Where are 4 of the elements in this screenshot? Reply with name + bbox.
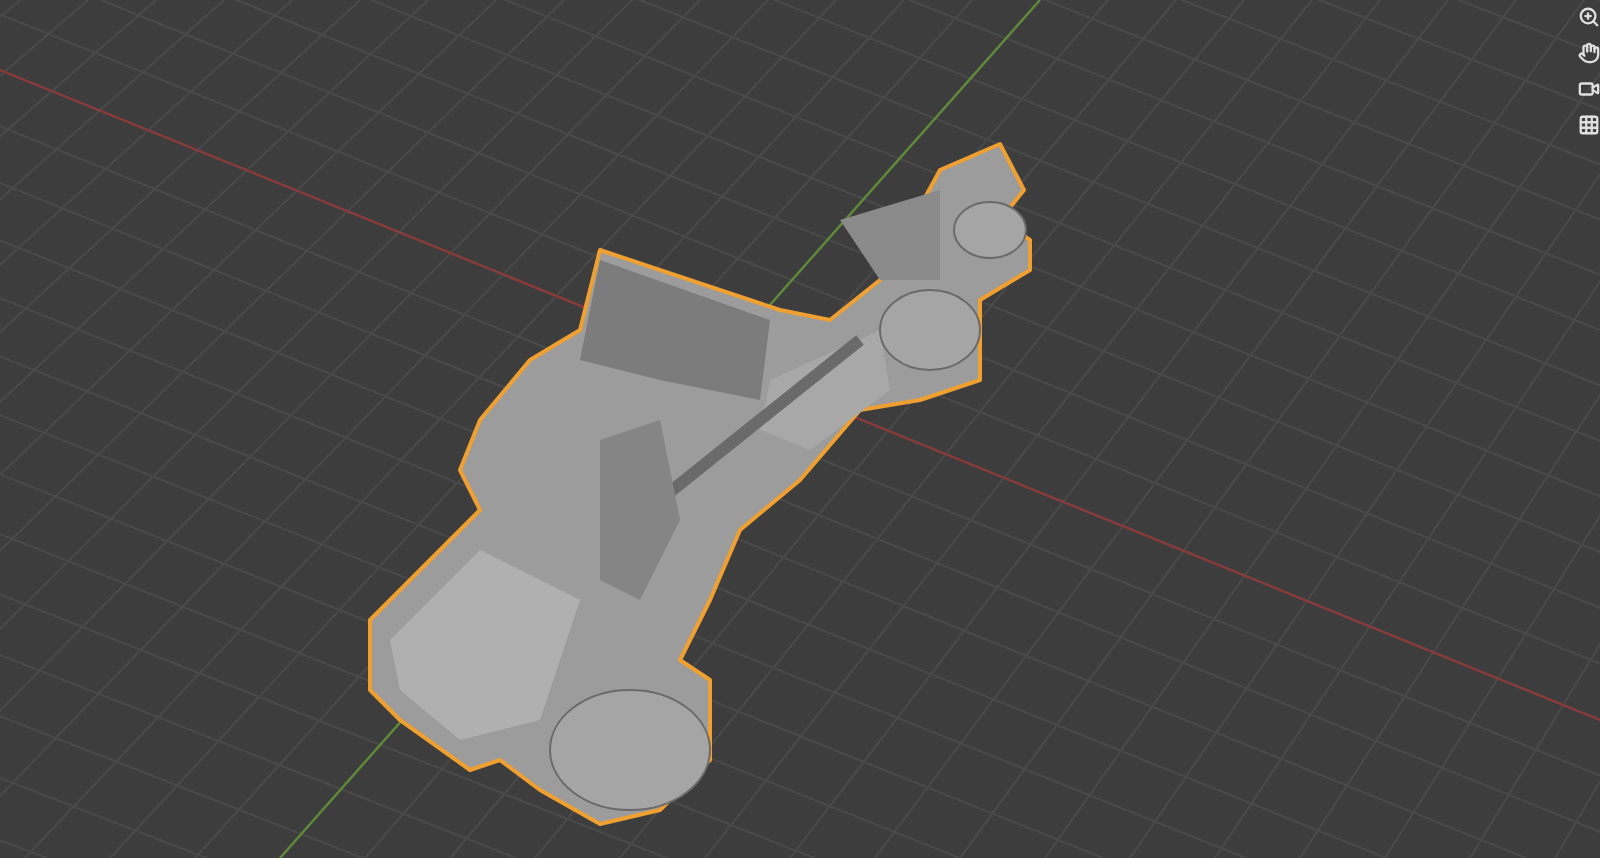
zoom-icon[interactable] bbox=[1576, 4, 1600, 28]
hand-icon[interactable] bbox=[1576, 40, 1600, 64]
grid-icon[interactable] bbox=[1576, 112, 1600, 136]
camera-icon[interactable] bbox=[1576, 76, 1600, 100]
